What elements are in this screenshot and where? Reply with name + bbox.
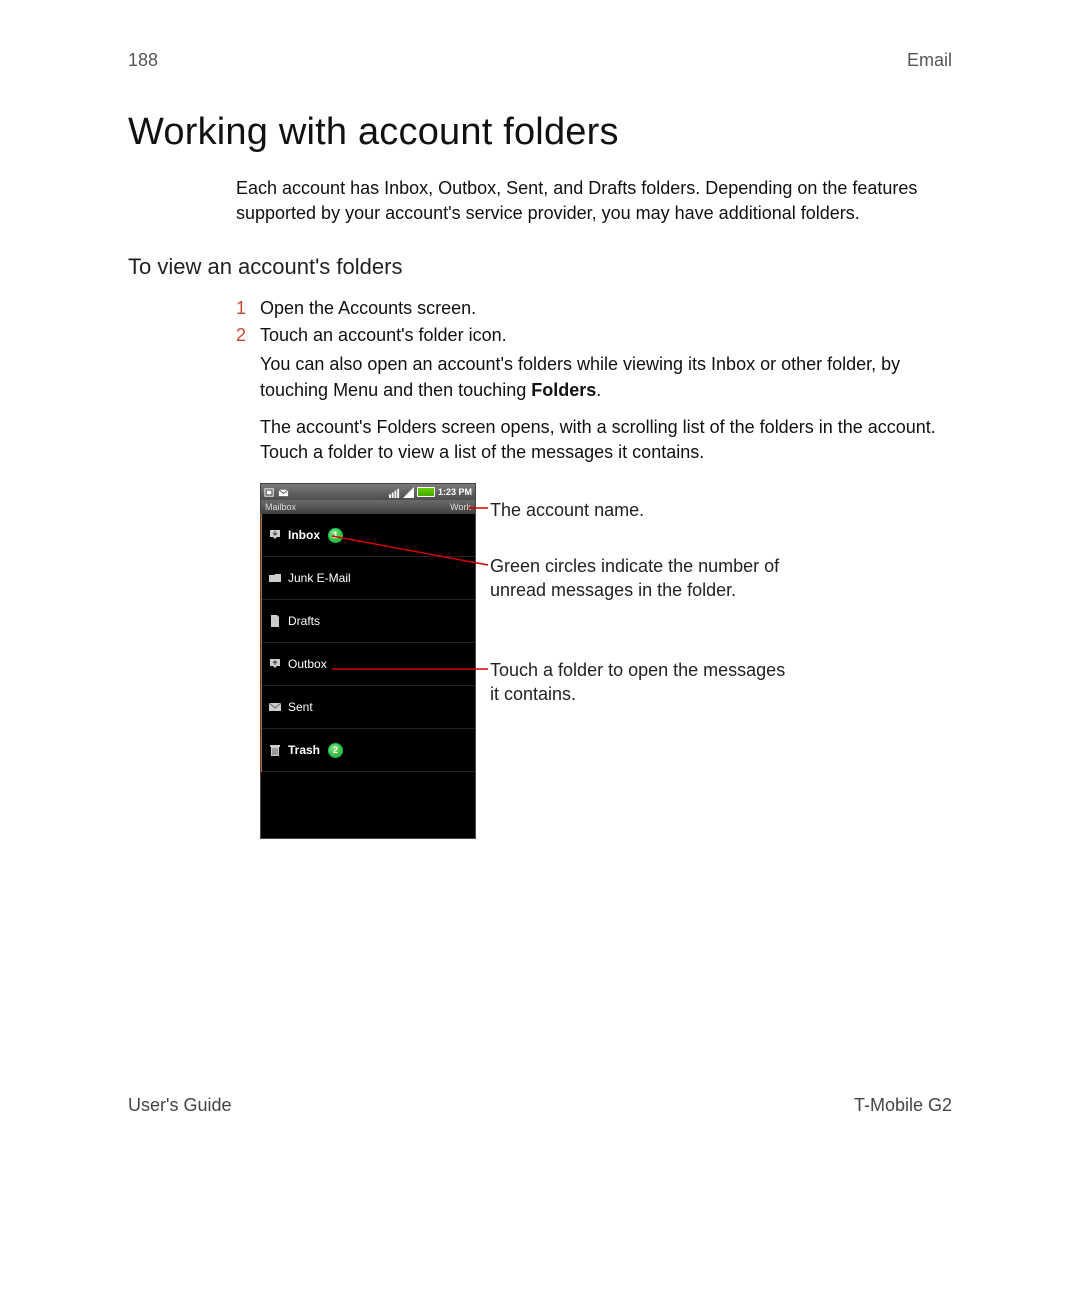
subheading: To view an account's folders [128, 254, 952, 280]
intro-paragraph: Each account has Inbox, Outbox, Sent, an… [236, 176, 952, 226]
step-text: Touch an account's folder icon. [260, 325, 952, 346]
footer-left: User's Guide [128, 1095, 231, 1116]
folders-word: Folders [531, 380, 596, 400]
step-1: 1 Open the Accounts screen. [236, 298, 952, 319]
step-detail-1: You can also open an account's folders w… [260, 352, 952, 402]
section-name: Email [907, 50, 952, 71]
page-footer: User's Guide T-Mobile G2 [128, 1095, 952, 1116]
callout-account-name: The account name. [490, 499, 644, 522]
steps-list: 1 Open the Accounts screen. 2 Touch an a… [236, 298, 952, 346]
step-detail-2: The account's Folders screen opens, with… [260, 415, 952, 465]
step-text: Open the Accounts screen. [260, 298, 952, 319]
page-header: 188 Email [128, 50, 952, 71]
step-2: 2 Touch an account's folder icon. [236, 325, 952, 346]
step-number: 1 [236, 298, 260, 319]
footer-right: T-Mobile G2 [854, 1095, 952, 1116]
step-number: 2 [236, 325, 260, 346]
callout-open-folder: Touch a folder to open the messages it c… [490, 659, 790, 706]
callout-unread-badge: Green circles indicate the number of unr… [490, 555, 830, 602]
menu-word: Menu [333, 380, 378, 400]
page-title: Working with account folders [128, 111, 952, 154]
page-number: 188 [128, 50, 158, 71]
phone-figure: 1:23 PM Mailbox Work Inbox 1 [260, 483, 952, 863]
